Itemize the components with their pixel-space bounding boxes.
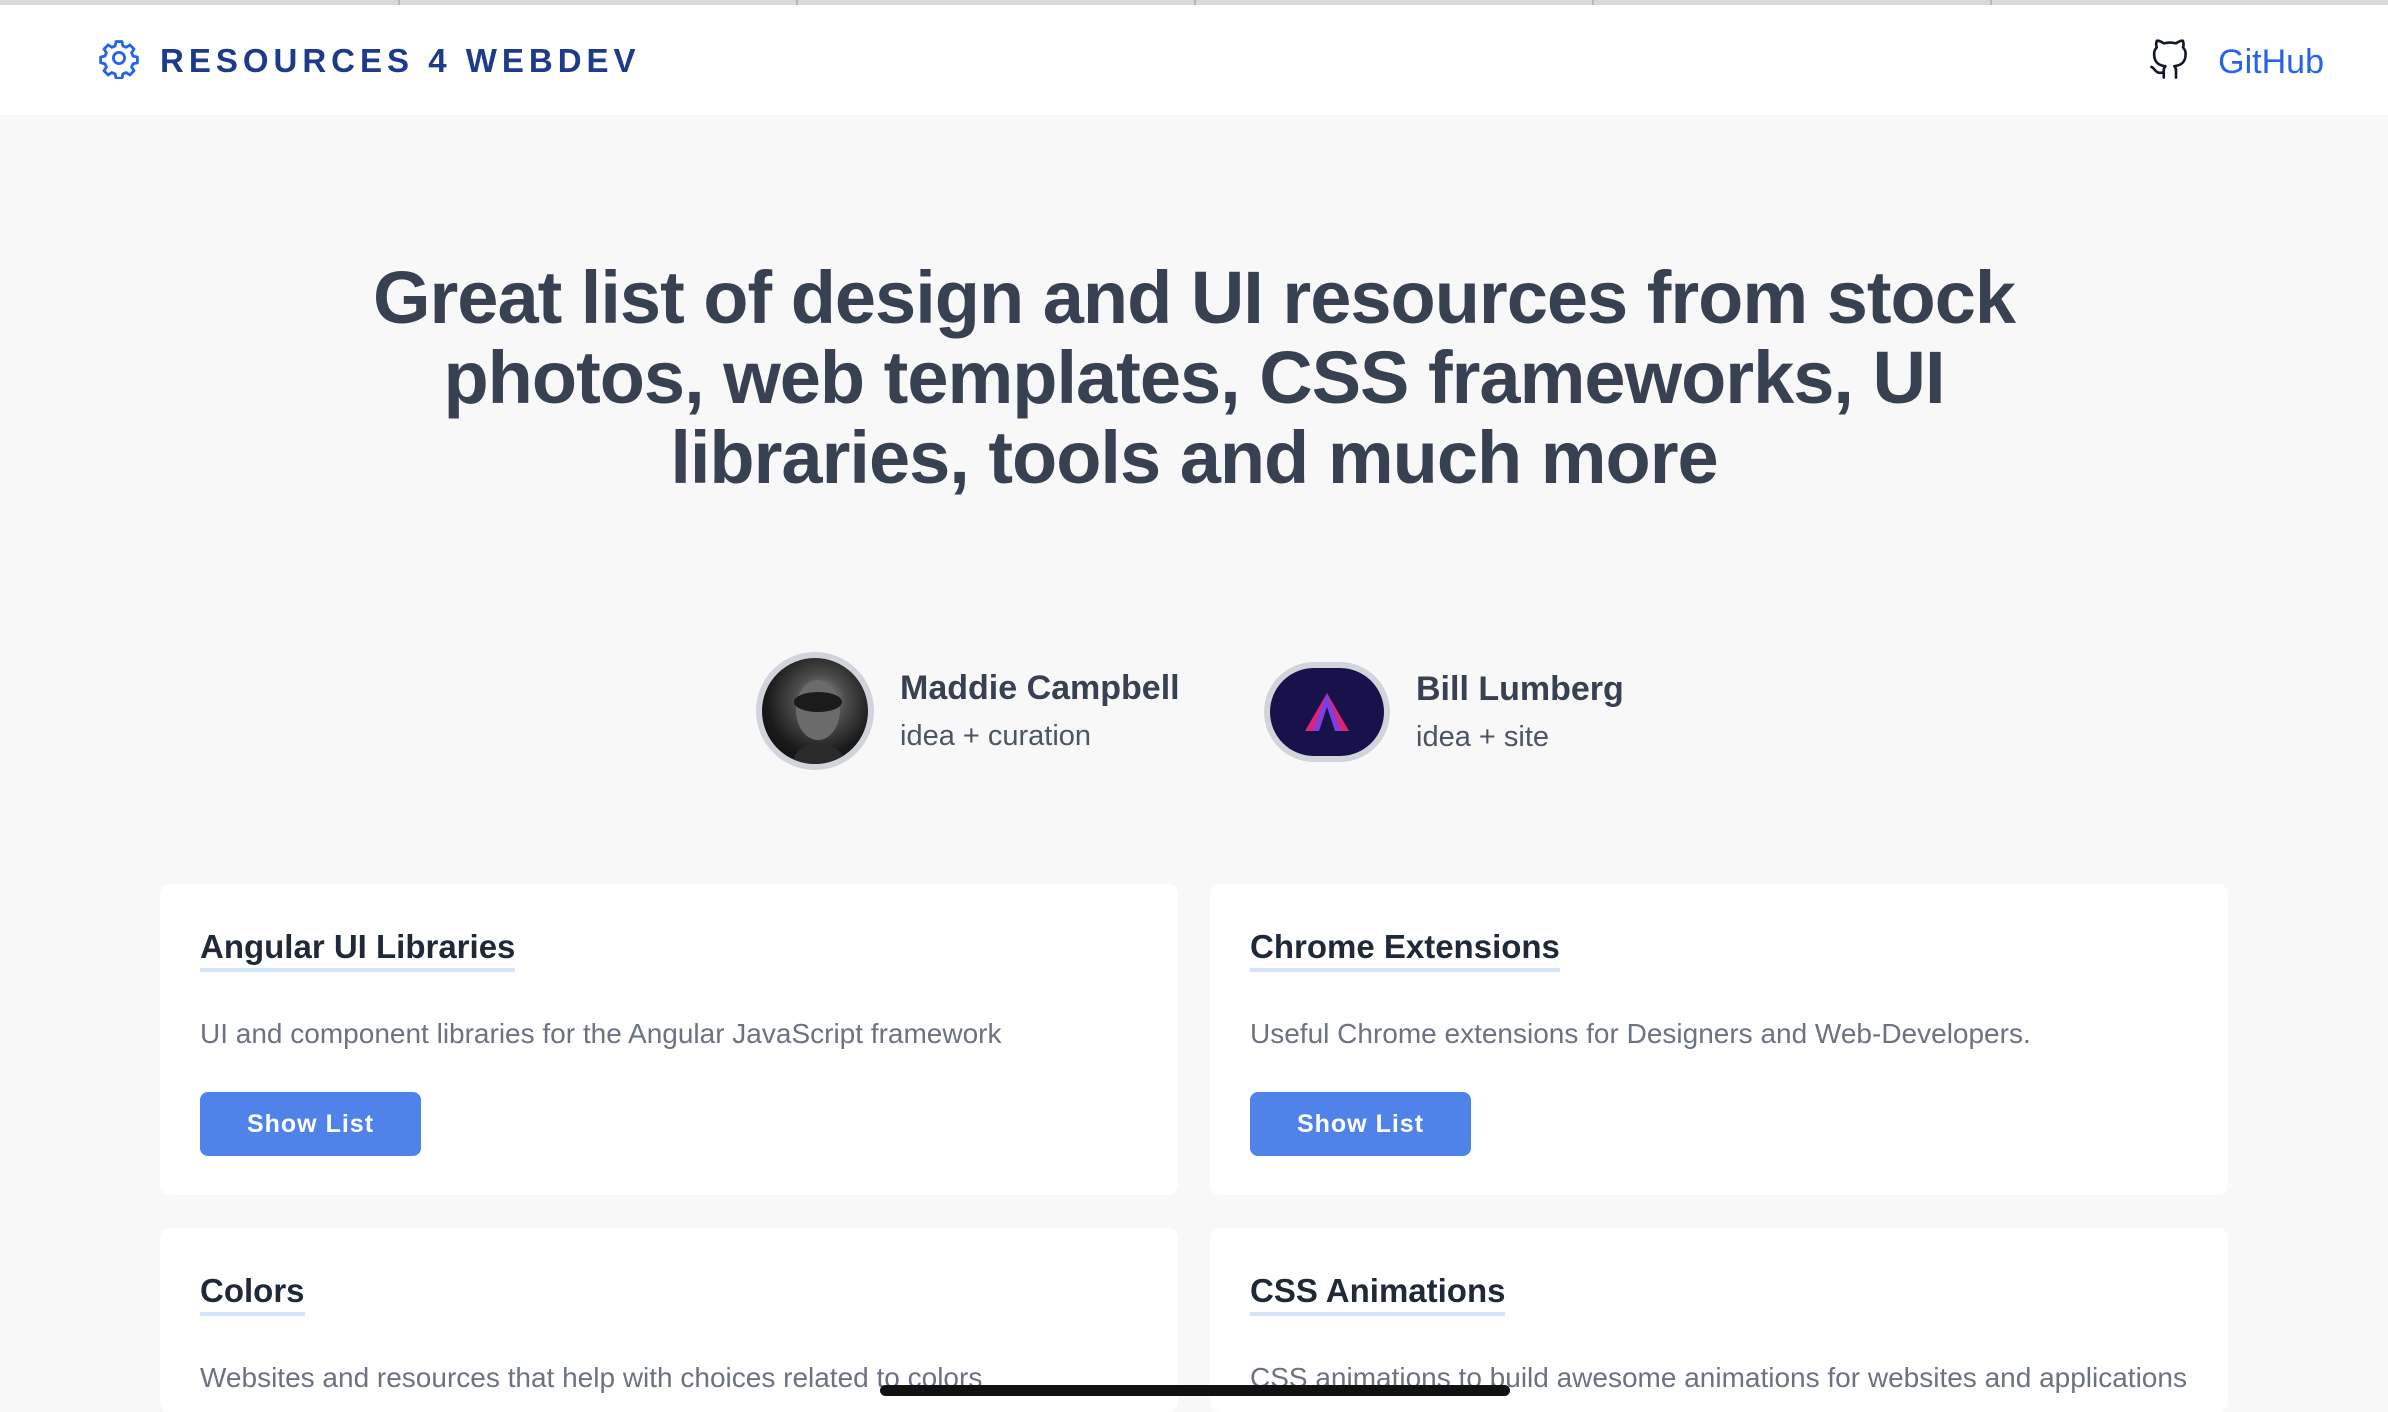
- author-name: Maddie Campbell: [900, 669, 1180, 707]
- author-role: idea + curation: [900, 720, 1092, 752]
- author-name: Bill Lumberg: [1416, 670, 1624, 708]
- card-angular-ui-libraries: Angular UI Libraries UI and component li…: [160, 884, 1178, 1195]
- site-header: RESOURCES 4 WEBDEV GitHub: [0, 5, 2388, 115]
- github-link[interactable]: GitHub: [2148, 39, 2324, 86]
- card-chrome-extensions: Chrome Extensions Useful Chrome extensio…: [1210, 884, 2228, 1195]
- card-title: Chrome Extensions: [1250, 928, 1560, 972]
- card-description: UI and component libraries for the Angul…: [200, 1018, 1002, 1049]
- card-title: CSS Animations: [1250, 1272, 1506, 1316]
- github-icon: [2148, 39, 2190, 86]
- author-role: idea + site: [1416, 721, 1550, 753]
- gear-icon: [98, 37, 140, 84]
- home-indicator[interactable]: [880, 1385, 1510, 1396]
- show-list-button[interactable]: Show List: [200, 1092, 421, 1156]
- author-avatar: [1264, 662, 1390, 762]
- hero-title: Great list of design and UI resources fr…: [372, 256, 2016, 499]
- card-title: Colors: [200, 1272, 305, 1316]
- author-avatar: [756, 652, 874, 770]
- author-maddie[interactable]: Maddie Campbell idea + curation: [756, 652, 1180, 770]
- card-title: Angular UI Libraries: [200, 928, 516, 972]
- brand-title: RESOURCES 4 WEBDEV: [160, 41, 641, 79]
- brand-link[interactable]: RESOURCES 4 WEBDEV: [98, 37, 641, 84]
- github-label: GitHub: [2218, 43, 2324, 81]
- author-bill[interactable]: Bill Lumberg idea + site: [1264, 662, 1624, 762]
- card-description: Useful Chrome extensions for Designers a…: [1250, 1018, 2031, 1049]
- show-list-button[interactable]: Show List: [1250, 1092, 1471, 1156]
